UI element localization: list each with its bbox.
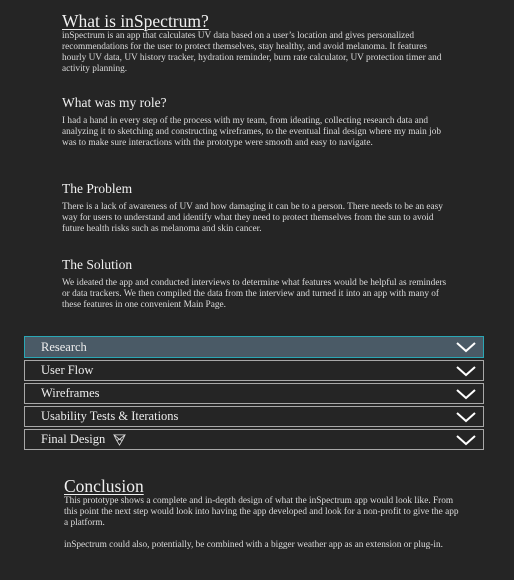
role-body: I had a hand in every step of the proces… [62,116,441,148]
accordion-label: Final Design [41,432,106,446]
accordion-label: Research [41,339,87,354]
chevron-down-icon [456,342,476,353]
role-section: What was my role? I had a hand in every … [62,95,452,149]
accordion-research[interactable]: Research [24,336,484,358]
solution-body: We ideated the app and conducted intervi… [62,278,447,310]
solution-title: The Solution [62,257,133,272]
problem-title: The Problem [62,181,133,196]
prototype-icon [113,434,127,446]
accordion-label: Wireframes [41,386,100,400]
accordion-label: User Flow [41,363,94,377]
chevron-down-icon [456,412,476,423]
accordion: Research User Flow Wireframes Usability … [24,336,484,452]
solution-section: The Solution We ideated the app and cond… [62,257,452,311]
accordion-usability-tests[interactable]: Usability Tests & Iterations [24,406,484,427]
problem-body: There is a lack of awareness of UV and h… [62,202,443,234]
chevron-down-icon [456,366,476,377]
conclusion-section: Conclusion This prototype shows a comple… [64,476,459,551]
intro-body: inSpectrum is an app that calculates UV … [62,31,442,74]
conclusion-title: Conclusion [64,476,144,496]
conclusion-body-1: This prototype shows a complete and in-d… [64,496,459,528]
chevron-down-icon [456,435,476,446]
intro-title: What is inSpectrum? [62,11,209,31]
accordion-user-flow[interactable]: User Flow [24,360,484,381]
conclusion-body-2: inSpectrum could also, potentially, be c… [64,540,443,550]
accordion-label: Usability Tests & Iterations [41,409,179,423]
chevron-down-icon [456,389,476,400]
role-title: What was my role? [62,95,167,110]
intro-section: What is inSpectrum? inSpectrum is an app… [62,11,452,75]
accordion-wireframes[interactable]: Wireframes [24,383,484,404]
accordion-final-design[interactable]: Final Design [24,429,484,450]
problem-section: The Problem There is a lack of awareness… [62,181,452,235]
